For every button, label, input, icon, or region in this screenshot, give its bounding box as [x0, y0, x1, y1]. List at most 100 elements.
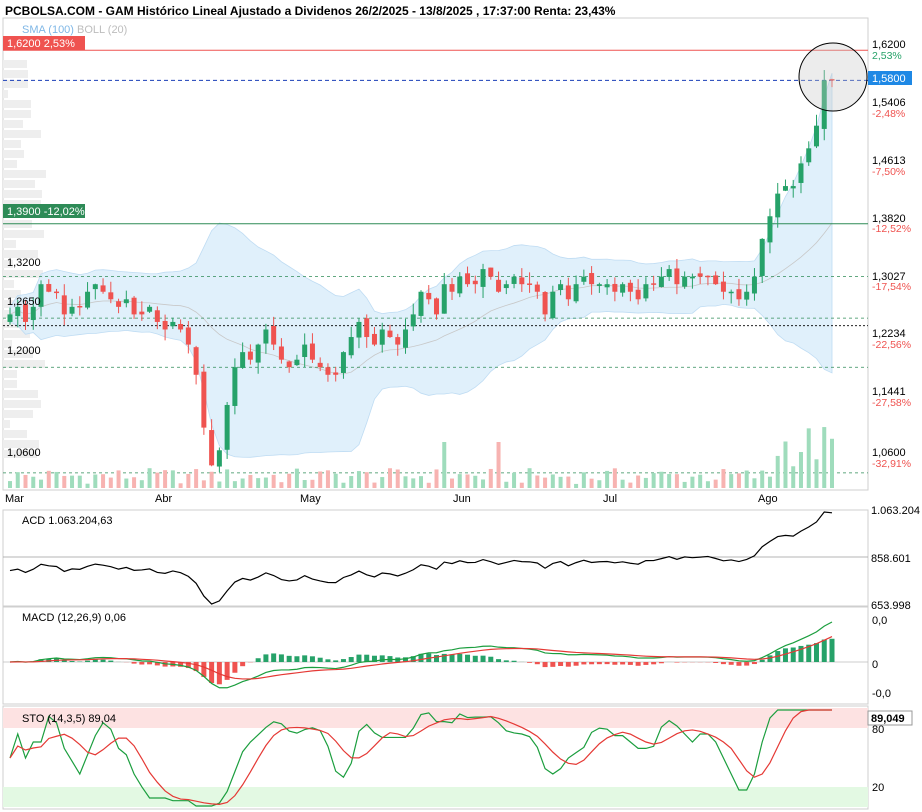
candle-body: [503, 284, 509, 289]
volume-profile-bar: [3, 410, 33, 418]
candle-body: [379, 329, 385, 345]
candle-body: [162, 320, 168, 330]
macd-histogram-bar: [813, 643, 819, 662]
volume-bar: [628, 482, 633, 488]
candle-body: [751, 276, 757, 294]
volume-bar: [155, 472, 160, 488]
candle-body: [612, 283, 618, 292]
volume-profile-bar: [3, 130, 41, 138]
volume-bar: [318, 471, 323, 488]
candle-body: [472, 280, 478, 285]
sto-overbought-zone: [3, 708, 868, 728]
candle-body: [294, 359, 300, 366]
macd-histogram-bar: [286, 655, 292, 662]
macd-histogram-bar: [480, 655, 486, 662]
candle-body: [604, 284, 610, 288]
volume-profile-bar: [3, 120, 23, 128]
volume-bar: [39, 479, 44, 488]
candle-body: [480, 269, 486, 287]
volume-bar: [263, 477, 268, 488]
candle-body: [30, 306, 36, 321]
macd-histogram-bar: [651, 662, 657, 665]
candle-body: [154, 310, 160, 322]
volume-profile-bar: [3, 160, 17, 168]
candle-body: [620, 284, 626, 293]
volume-bar: [248, 474, 253, 488]
macd-histogram-bar: [627, 662, 633, 665]
volume-bar: [651, 473, 656, 488]
volume-bar: [349, 476, 354, 488]
candle-body: [302, 344, 308, 358]
volume-bar: [287, 473, 292, 488]
macd-histogram-bar: [69, 661, 75, 662]
candle-body: [240, 352, 246, 368]
volume-bar: [186, 473, 191, 488]
macd-histogram-bar: [527, 662, 533, 663]
volume-bar: [132, 477, 137, 488]
candle-body: [77, 305, 83, 308]
volume-profile-bar: [3, 190, 42, 198]
volume-bar: [798, 452, 803, 488]
macd-histogram-bar: [744, 662, 750, 666]
volume-bar: [496, 442, 501, 488]
volume-bar: [636, 475, 641, 488]
acd-axis-1: 1.063.204: [871, 505, 920, 517]
macd-histogram-bar: [635, 662, 641, 666]
volume-bar: [372, 482, 377, 488]
macd-indicator: [3, 621, 868, 689]
macd-histogram-bar: [658, 662, 664, 664]
macd-histogram-bar: [139, 662, 145, 665]
macd-histogram-bar: [209, 662, 215, 683]
month-label-jun: Jun: [453, 493, 471, 505]
volume-bar: [465, 474, 470, 488]
candle-body: [317, 362, 323, 368]
candle-body: [85, 291, 91, 308]
acd-line: [3, 511, 868, 605]
macd-histogram-bar: [821, 639, 827, 662]
candle-body: [658, 276, 664, 287]
candle-body: [100, 285, 106, 292]
macd-histogram-bar: [511, 660, 517, 662]
volume-bar: [698, 474, 703, 488]
candle-body: [395, 337, 401, 345]
volume-bar: [116, 470, 121, 488]
macd-histogram-bar: [643, 662, 649, 665]
candle-body: [527, 283, 533, 285]
volume-bar: [473, 475, 478, 488]
candle-body: [558, 284, 564, 291]
resistance-tag: 1,6200 2,53%: [7, 38, 75, 50]
volume-bar: [77, 475, 82, 488]
volume-bar: [310, 479, 315, 488]
volume-bar: [535, 475, 540, 488]
macd-axis-1: 0,0: [872, 615, 887, 627]
volume-bar: [550, 474, 555, 488]
candle-body: [278, 346, 284, 360]
month-label-jul: Jul: [603, 493, 617, 505]
volume-bar: [356, 471, 361, 488]
volume-bar: [705, 481, 710, 488]
volume-profile-bar: [3, 60, 27, 68]
price-panel-frame: [2, 17, 869, 491]
volume-bar: [736, 473, 741, 488]
candle-body: [271, 326, 277, 345]
volume-bar: [729, 474, 734, 488]
macd-histogram-bar: [240, 662, 246, 667]
volume-bar: [194, 469, 199, 488]
level-label-3: 1,2000: [7, 345, 41, 357]
macd-histogram-bar: [309, 656, 315, 662]
candle-body: [371, 333, 377, 345]
legend-boll: BOLL (20): [77, 24, 127, 36]
volume-bar: [54, 471, 59, 488]
volume-bar: [209, 471, 214, 488]
volume-bar: [108, 477, 113, 488]
candle-body: [426, 292, 432, 300]
macd-histogram-bar: [263, 654, 269, 662]
candle-body: [488, 267, 494, 277]
volume-bar: [457, 474, 462, 488]
candle-body: [69, 306, 75, 314]
volume-profile-bar: [3, 240, 16, 248]
candle-body: [682, 276, 688, 287]
volume-profile-bar: [3, 150, 24, 158]
volume-bar: [752, 478, 757, 488]
volume-bar: [620, 479, 625, 488]
